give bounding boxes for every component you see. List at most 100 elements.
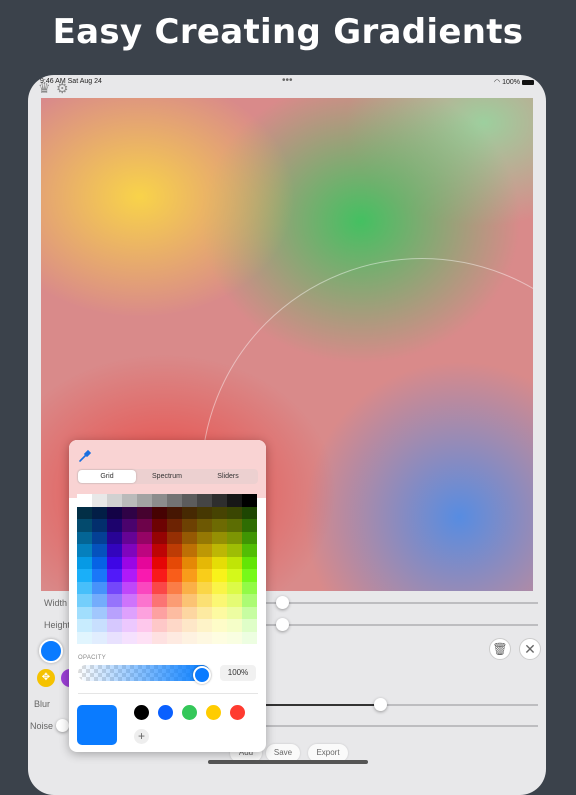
- color-cell[interactable]: [122, 569, 137, 582]
- color-cell[interactable]: [182, 581, 197, 594]
- color-cell[interactable]: [92, 506, 107, 519]
- color-cell[interactable]: [122, 519, 137, 532]
- color-cell[interactable]: [77, 519, 92, 532]
- color-cell[interactable]: [197, 619, 212, 632]
- color-cell[interactable]: [212, 619, 227, 632]
- color-cell[interactable]: [242, 556, 257, 569]
- color-cell[interactable]: [107, 519, 122, 532]
- color-cell[interactable]: [182, 506, 197, 519]
- color-cell[interactable]: [167, 631, 182, 644]
- color-cell[interactable]: [137, 494, 152, 507]
- blur-slider-thumb[interactable]: [374, 698, 387, 711]
- color-cell[interactable]: [137, 506, 152, 519]
- crown-icon[interactable]: ♛: [38, 81, 54, 95]
- swatch[interactable]: [206, 705, 221, 720]
- color-cell[interactable]: [137, 631, 152, 644]
- color-cell[interactable]: [152, 519, 167, 532]
- color-cell[interactable]: [107, 531, 122, 544]
- color-cell[interactable]: [122, 606, 137, 619]
- color-cell[interactable]: [137, 594, 152, 607]
- color-cell[interactable]: [122, 631, 137, 644]
- color-cell[interactable]: [152, 606, 167, 619]
- swatch[interactable]: [158, 705, 173, 720]
- color-cell[interactable]: [197, 581, 212, 594]
- color-cell[interactable]: [242, 619, 257, 632]
- color-cell[interactable]: [92, 556, 107, 569]
- color-cell[interactable]: [107, 631, 122, 644]
- color-cell[interactable]: [212, 556, 227, 569]
- close-icon[interactable]: ✕: [519, 638, 541, 660]
- color-cell[interactable]: [152, 531, 167, 544]
- color-cell[interactable]: [182, 519, 197, 532]
- color-cell[interactable]: [152, 594, 167, 607]
- color-cell[interactable]: [107, 606, 122, 619]
- color-cell[interactable]: [242, 544, 257, 557]
- swatch[interactable]: [134, 705, 149, 720]
- opacity-slider[interactable]: [78, 665, 210, 681]
- color-cell[interactable]: [137, 556, 152, 569]
- color-cell[interactable]: [77, 619, 92, 632]
- color-cell[interactable]: [227, 619, 242, 632]
- color-cell[interactable]: [182, 556, 197, 569]
- color-cell[interactable]: [167, 506, 182, 519]
- color-cell[interactable]: [107, 619, 122, 632]
- color-cell[interactable]: [137, 569, 152, 582]
- color-cell[interactable]: [137, 531, 152, 544]
- color-cell[interactable]: [212, 531, 227, 544]
- color-cell[interactable]: [167, 556, 182, 569]
- color-cell[interactable]: [122, 594, 137, 607]
- color-cell[interactable]: [227, 581, 242, 594]
- color-cell[interactable]: [242, 494, 257, 507]
- color-cell[interactable]: [167, 619, 182, 632]
- color-cell[interactable]: [137, 619, 152, 632]
- color-cell[interactable]: [242, 606, 257, 619]
- tab-spectrum[interactable]: Spectrum: [137, 469, 197, 484]
- color-cell[interactable]: [182, 606, 197, 619]
- color-cell[interactable]: [77, 581, 92, 594]
- color-cell[interactable]: [227, 556, 242, 569]
- color-cell[interactable]: [122, 544, 137, 557]
- trash-icon[interactable]: 🗑: [489, 638, 511, 660]
- opacity-value[interactable]: 100%: [220, 665, 256, 681]
- tab-grid[interactable]: Grid: [78, 470, 136, 483]
- color-cell[interactable]: [152, 544, 167, 557]
- color-cell[interactable]: [77, 506, 92, 519]
- color-cell[interactable]: [197, 531, 212, 544]
- color-cell[interactable]: [122, 494, 137, 507]
- color-cell[interactable]: [137, 519, 152, 532]
- color-cell[interactable]: [197, 506, 212, 519]
- color-cell[interactable]: [227, 506, 242, 519]
- color-cell[interactable]: [242, 531, 257, 544]
- color-cell[interactable]: [242, 594, 257, 607]
- color-cell[interactable]: [227, 569, 242, 582]
- color-cell[interactable]: [212, 519, 227, 532]
- color-cell[interactable]: [77, 569, 92, 582]
- color-cell[interactable]: [122, 581, 137, 594]
- noise-slider[interactable]: [263, 725, 538, 727]
- tab-sliders[interactable]: Sliders: [198, 469, 258, 484]
- color-cell[interactable]: [167, 569, 182, 582]
- color-cell[interactable]: [137, 606, 152, 619]
- color-cell[interactable]: [122, 506, 137, 519]
- color-cell[interactable]: [92, 519, 107, 532]
- color-cell[interactable]: [122, 531, 137, 544]
- color-cell[interactable]: [77, 494, 92, 507]
- swatch[interactable]: [230, 705, 245, 720]
- color-grid[interactable]: [77, 494, 257, 644]
- color-cell[interactable]: [122, 619, 137, 632]
- color-cell[interactable]: [92, 594, 107, 607]
- color-cell[interactable]: [227, 544, 242, 557]
- color-cell[interactable]: [152, 556, 167, 569]
- color-cell[interactable]: [92, 631, 107, 644]
- color-cell[interactable]: [182, 531, 197, 544]
- color-cell[interactable]: [107, 556, 122, 569]
- color-cell[interactable]: [227, 606, 242, 619]
- selected-color-stop[interactable]: [39, 639, 63, 663]
- color-cell[interactable]: [212, 594, 227, 607]
- color-cell[interactable]: [212, 581, 227, 594]
- color-cell[interactable]: [92, 531, 107, 544]
- color-cell[interactable]: [77, 594, 92, 607]
- color-cell[interactable]: [182, 594, 197, 607]
- color-cell[interactable]: [197, 594, 212, 607]
- color-cell[interactable]: [107, 544, 122, 557]
